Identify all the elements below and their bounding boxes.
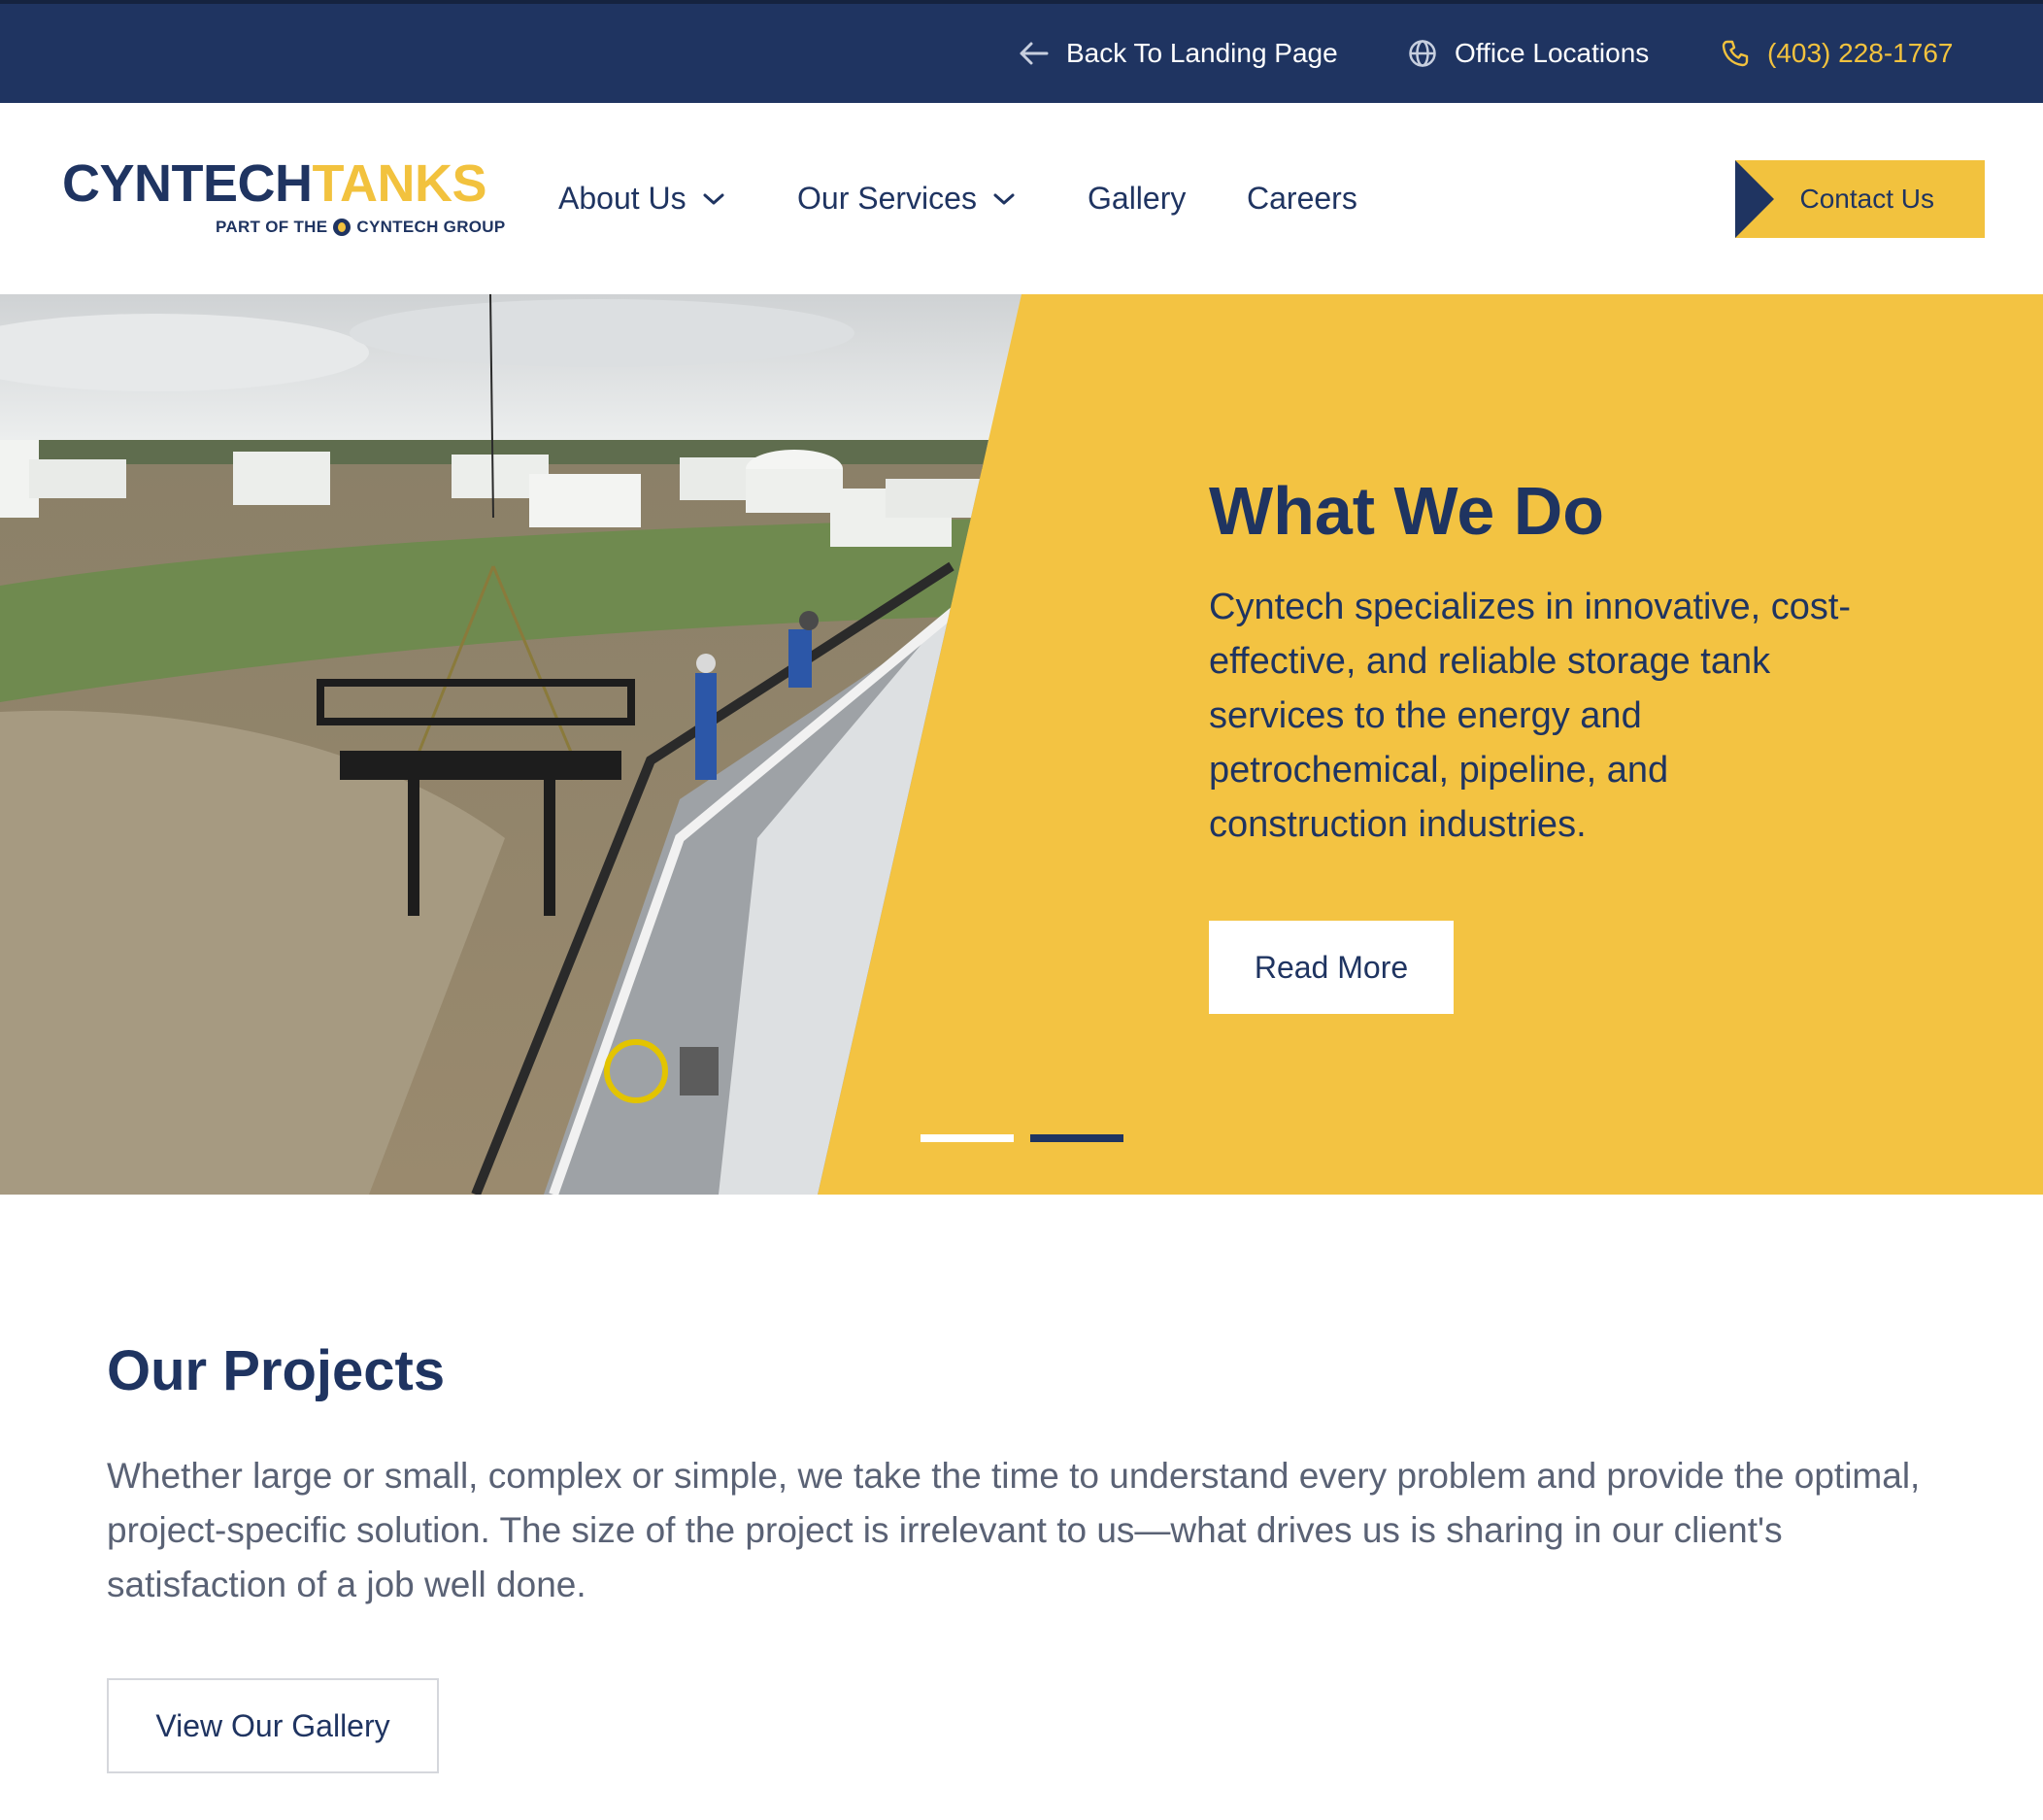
chevron-down-icon — [703, 193, 724, 204]
hero-description: Cyntech specializes in innovative, cost-… — [1209, 587, 1852, 845]
office-locations-label: Office Locations — [1455, 38, 1650, 68]
cyntech-tanks-logo[interactable]: CYNTECHTANKS PART OF THE CYNTECH GROUP — [62, 154, 505, 241]
phone-link[interactable]: (403) 228-1767 — [1721, 4, 1953, 103]
hero-content: What We Do Cyntech specializes in innova… — [1209, 474, 1869, 852]
phone-number: (403) 228-1767 — [1767, 38, 1954, 68]
logo-word-2: TANKS — [312, 154, 487, 213]
slide-indicator-1[interactable] — [921, 1134, 1014, 1142]
contact-us-label: Contact Us — [1799, 184, 1935, 214]
chevron-down-icon — [993, 193, 1015, 204]
hero-section: What We Do Cyntech specializes in innova… — [0, 294, 2043, 1195]
nav-gallery[interactable]: Gallery — [1088, 103, 1186, 294]
nav-our-services[interactable]: Our Services — [797, 103, 1016, 294]
view-gallery-button[interactable]: View Our Gallery — [107, 1678, 439, 1773]
contact-us-button[interactable]: Contact Us — [1735, 160, 1985, 238]
projects-description: Whether large or small, complex or simpl… — [107, 1456, 1921, 1604]
arrow-marker-icon — [1735, 160, 1774, 238]
phone-icon — [1722, 40, 1749, 67]
nav-about-us-label: About Us — [558, 181, 687, 216]
logo-subtitle: PART OF THE CYNTECH GROUP — [216, 218, 506, 237]
main-nav: CYNTECHTANKS PART OF THE CYNTECH GROUP A… — [0, 103, 2043, 294]
hero-photo — [0, 294, 1022, 1195]
hero-title: What We Do — [1209, 473, 1605, 549]
logo-sub-pre: PART OF THE — [216, 218, 328, 236]
logo-word-1: CYNTECH — [62, 154, 313, 213]
office-locations-link[interactable]: Office Locations — [1408, 4, 1649, 103]
projects-section: Our Projects Whether large or small, com… — [0, 1195, 2043, 1820]
projects-title: Our Projects — [107, 1339, 446, 1402]
arrow-left-icon — [1020, 42, 1049, 65]
globe-icon — [1409, 40, 1436, 67]
read-more-button[interactable]: Read More — [1209, 921, 1454, 1014]
logo-sub-post: CYNTECH GROUP — [356, 218, 506, 236]
nav-careers-label: Careers — [1247, 181, 1357, 216]
nav-about-us[interactable]: About Us — [558, 103, 725, 294]
back-to-landing-label: Back To Landing Page — [1066, 38, 1338, 68]
nav-careers[interactable]: Careers — [1247, 103, 1357, 294]
nav-our-services-label: Our Services — [797, 181, 977, 216]
utility-bar: Back To Landing Page Office Locations (4… — [0, 0, 2043, 103]
cyntech-group-emblem-icon — [333, 219, 352, 236]
slide-indicator-2[interactable] — [1030, 1134, 1123, 1142]
back-to-landing-link[interactable]: Back To Landing Page — [1018, 4, 1338, 103]
nav-gallery-label: Gallery — [1088, 181, 1187, 216]
